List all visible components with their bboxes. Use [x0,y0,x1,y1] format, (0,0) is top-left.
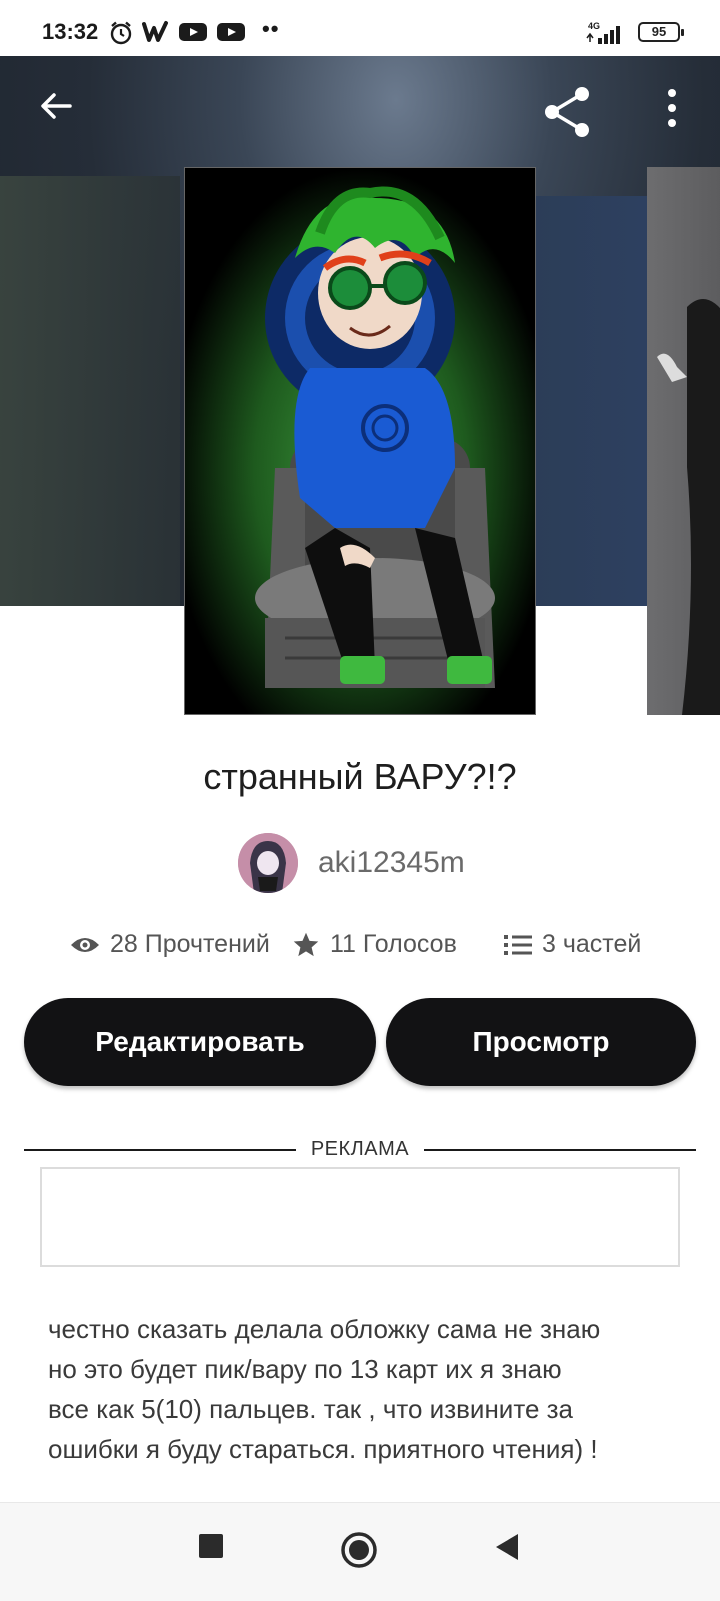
reads-stat: 28 Прочтений [70,930,270,959]
view-button[interactable]: Просмотр [386,998,696,1086]
more-notifications-icon: •• [262,16,280,41]
author-row[interactable]: aki12345m [238,832,465,894]
back-arrow-icon[interactable] [36,86,76,126]
edit-button[interactable]: Редактировать [24,998,376,1086]
reads-count: 28 Прочтений [110,930,270,958]
alarm-icon [110,21,132,45]
ad-divider-left [24,1149,296,1151]
share-icon[interactable] [542,86,594,138]
avatar-image [238,833,298,893]
wattpad-icon [142,21,168,42]
youtube-icon [179,23,207,41]
cover-illustration [185,168,535,714]
battery-icon: 95 [638,22,684,42]
signal-icon: 4G [586,21,620,44]
status-time: 13:32 [42,19,99,44]
hero-blur-left [0,176,180,606]
author-name[interactable]: aki12345m [318,846,465,880]
story-description: честно сказать делала обложку сама не зн… [48,1309,688,1469]
story-cover-image[interactable] [184,167,536,715]
star-icon [293,932,319,956]
svg-text:4G: 4G [588,21,600,31]
ad-divider-right [424,1149,696,1151]
description-line: все как 5(10) пальцев. так , что извинит… [48,1394,574,1424]
votes-stat: 11 Голосов [292,930,457,959]
description-line: ошибки я буду стараться. приятного чтени… [48,1434,598,1464]
youtube-icon [217,23,245,41]
parts-stat: 3 частей [504,930,641,959]
description-line: честно сказать делала обложку сама не зн… [48,1314,601,1344]
parts-count: 3 частей [542,930,642,958]
list-icon [504,934,532,955]
eye-icon [71,937,99,952]
recent-apps-icon[interactable] [198,1533,224,1559]
home-icon[interactable] [340,1531,378,1569]
author-avatar[interactable] [238,833,298,893]
more-vertical-icon[interactable] [662,86,682,130]
back-icon[interactable] [494,1533,520,1561]
description-line: но это будет пик/вару по 13 карт их я зн… [48,1354,562,1384]
next-cover-illustration [657,299,720,715]
story-stats: 28 Прочтений 11 Голосов 3 частей [70,930,670,964]
ad-slot[interactable] [40,1167,680,1267]
system-nav-bar [0,1502,720,1601]
status-bar: 13:32 •• 4G 95 [0,0,720,56]
votes-count: 11 Голосов [330,930,457,958]
ad-label: РЕКЛАМА [310,1138,410,1160]
next-story-cover[interactable] [647,167,720,715]
story-title: странный ВАРУ?!? [203,756,517,797]
